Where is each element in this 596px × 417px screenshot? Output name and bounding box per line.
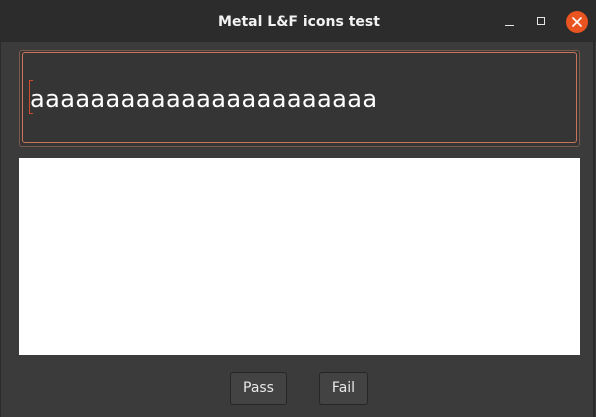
pass-button[interactable]: Pass — [230, 372, 287, 405]
minimize-button[interactable] — [499, 11, 521, 33]
title-bar[interactable]: Metal L&F icons test — [1, 0, 596, 42]
minimize-icon — [505, 25, 514, 26]
fail-button[interactable]: Fail — [319, 372, 368, 405]
close-icon — [572, 17, 582, 27]
close-button[interactable] — [566, 11, 588, 33]
maximize-icon — [537, 17, 545, 25]
icon-display-panel — [19, 158, 580, 355]
maximize-button[interactable] — [531, 11, 553, 33]
app-window: Metal L&F icons test aaaaaaaaaaaaaaaaaaa… — [0, 0, 596, 417]
text-field-value[interactable]: aaaaaaaaaaaaaaaaaaaaaaa — [30, 82, 377, 116]
window-edge — [593, 42, 595, 417]
